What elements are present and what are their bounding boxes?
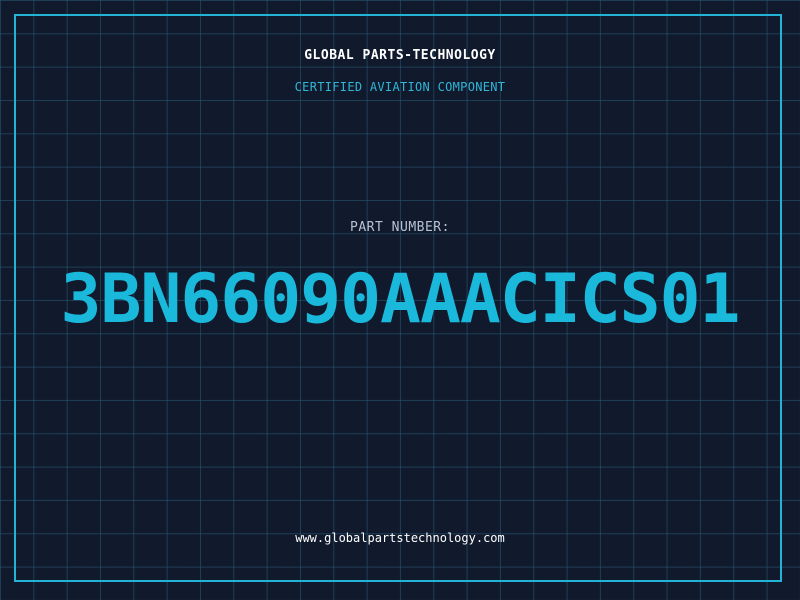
part-number-label: PART NUMBER: <box>350 220 450 235</box>
certification-tagline: CERTIFIED AVIATION COMPONENT <box>294 80 506 94</box>
website-url: www.globalpartstechnology.com <box>295 531 505 545</box>
company-name: GLOBAL PARTS-TECHNOLOGY <box>304 48 496 63</box>
part-number-value: 3BN66090AAACICS01 <box>60 260 741 339</box>
